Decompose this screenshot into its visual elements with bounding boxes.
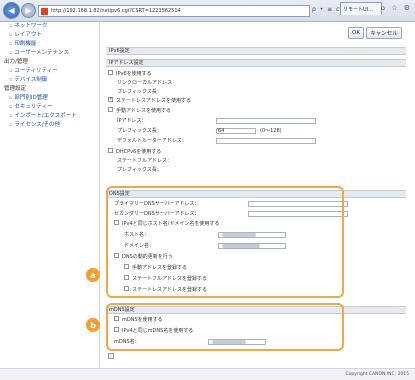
status-bar: Copyright CANON INC. 2015 [0, 368, 415, 380]
sidebar-group-label: 管理設定 [4, 86, 27, 92]
ok-button[interactable]: OK [348, 27, 364, 39]
prefix-length-input[interactable]: 64 [216, 128, 256, 134]
browser-tab[interactable]: リモートUI... [340, 2, 382, 15]
sidebar-item[interactable]: デバイス制御 [0, 76, 97, 85]
stateful-address-label: ステートフルアドレス： [117, 158, 173, 164]
link-local-prefix-label: プレフィックス長： [117, 89, 162, 95]
manual-address-label: 手動アドレスを使用する [116, 108, 172, 114]
site-favicon-icon [41, 7, 48, 15]
callout-badge-a: a [86, 268, 100, 282]
dhcpv6-label: DHCPv6を使用する [116, 149, 162, 155]
sidebar-item[interactable]: ユーザーメンテナンス [0, 49, 97, 58]
dns-highlight-frame [106, 186, 344, 298]
ip-address-input[interactable] [216, 118, 316, 124]
manual-address-checkbox[interactable] [108, 107, 113, 112]
cancel-button[interactable]: キャンセル [366, 27, 402, 39]
page-top-icon[interactable] [108, 353, 114, 359]
use-ipv6-checkbox[interactable] [108, 70, 113, 75]
mdns-highlight-frame [106, 303, 344, 351]
sidebar-item[interactable]: ユーティリティー [0, 67, 97, 76]
page-title: IPv6設定 [106, 47, 406, 55]
dhcpv6-checkbox[interactable] [108, 148, 113, 153]
default-router-input[interactable] [216, 138, 316, 144]
link-local-label: リンクローカルアドレス [117, 80, 173, 86]
callout-badge-b: b [86, 318, 100, 332]
sidebar-item[interactable]: 部門別ID管理 [0, 94, 97, 103]
default-router-label: デフォルトルーターアドレス： [117, 138, 187, 144]
use-ipv6-label: IPv6を使用する [116, 71, 152, 77]
address-bar[interactable]: http://192.168.1.82/netipv6.cgi?CSRT=122… [38, 5, 310, 17]
forward-arrow-icon[interactable]: ▶ [21, 3, 36, 18]
stateless-label: ステートレスアドレスを使用する [116, 98, 192, 104]
browser-window-icons[interactable]: ⌂ ☆ ⚙ [381, 4, 412, 12]
copyright-text: Copyright CANON INC. 2015 [345, 372, 410, 377]
sidebar-item[interactable]: 印刷機能 [0, 40, 97, 49]
ip-address-settings-header: IPアドレス設定 [106, 59, 406, 67]
sidebar-group-label: 出力/管理 [4, 59, 28, 65]
sidebar-item[interactable]: ライセンス/その他 [0, 121, 97, 130]
sidebar-item[interactable]: セキュリティー [0, 103, 97, 112]
sidebar-item[interactable]: ネットワーク [0, 22, 97, 31]
prefix-range-label: (0〜128) [260, 128, 282, 134]
ip-address-label: IPアドレス： [117, 118, 147, 124]
stateless-checkbox[interactable] [108, 95, 113, 103]
sidebar: ネットワークレイアウト印刷機能ユーザーメンテナンス出力/管理ユーティリティーデバ… [0, 22, 97, 368]
action-bar: OK キャンセル [100, 22, 414, 46]
url-text: http://192.168.1.82/netipv6.cgi?CSRT=122… [51, 8, 181, 14]
back-arrow-icon[interactable]: ◀ [3, 2, 20, 19]
stateful-prefix-label: プレフィックス長： [117, 167, 162, 173]
sidebar-item[interactable]: レイアウト [0, 31, 97, 40]
browser-toolbar: ◀ ▶ http://192.168.1.82/netipv6.cgi?CSRT… [0, 0, 415, 22]
sidebar-item[interactable]: インポート/エクスポート [0, 112, 97, 121]
manual-prefix-label: プレフィックス長： [117, 128, 162, 134]
